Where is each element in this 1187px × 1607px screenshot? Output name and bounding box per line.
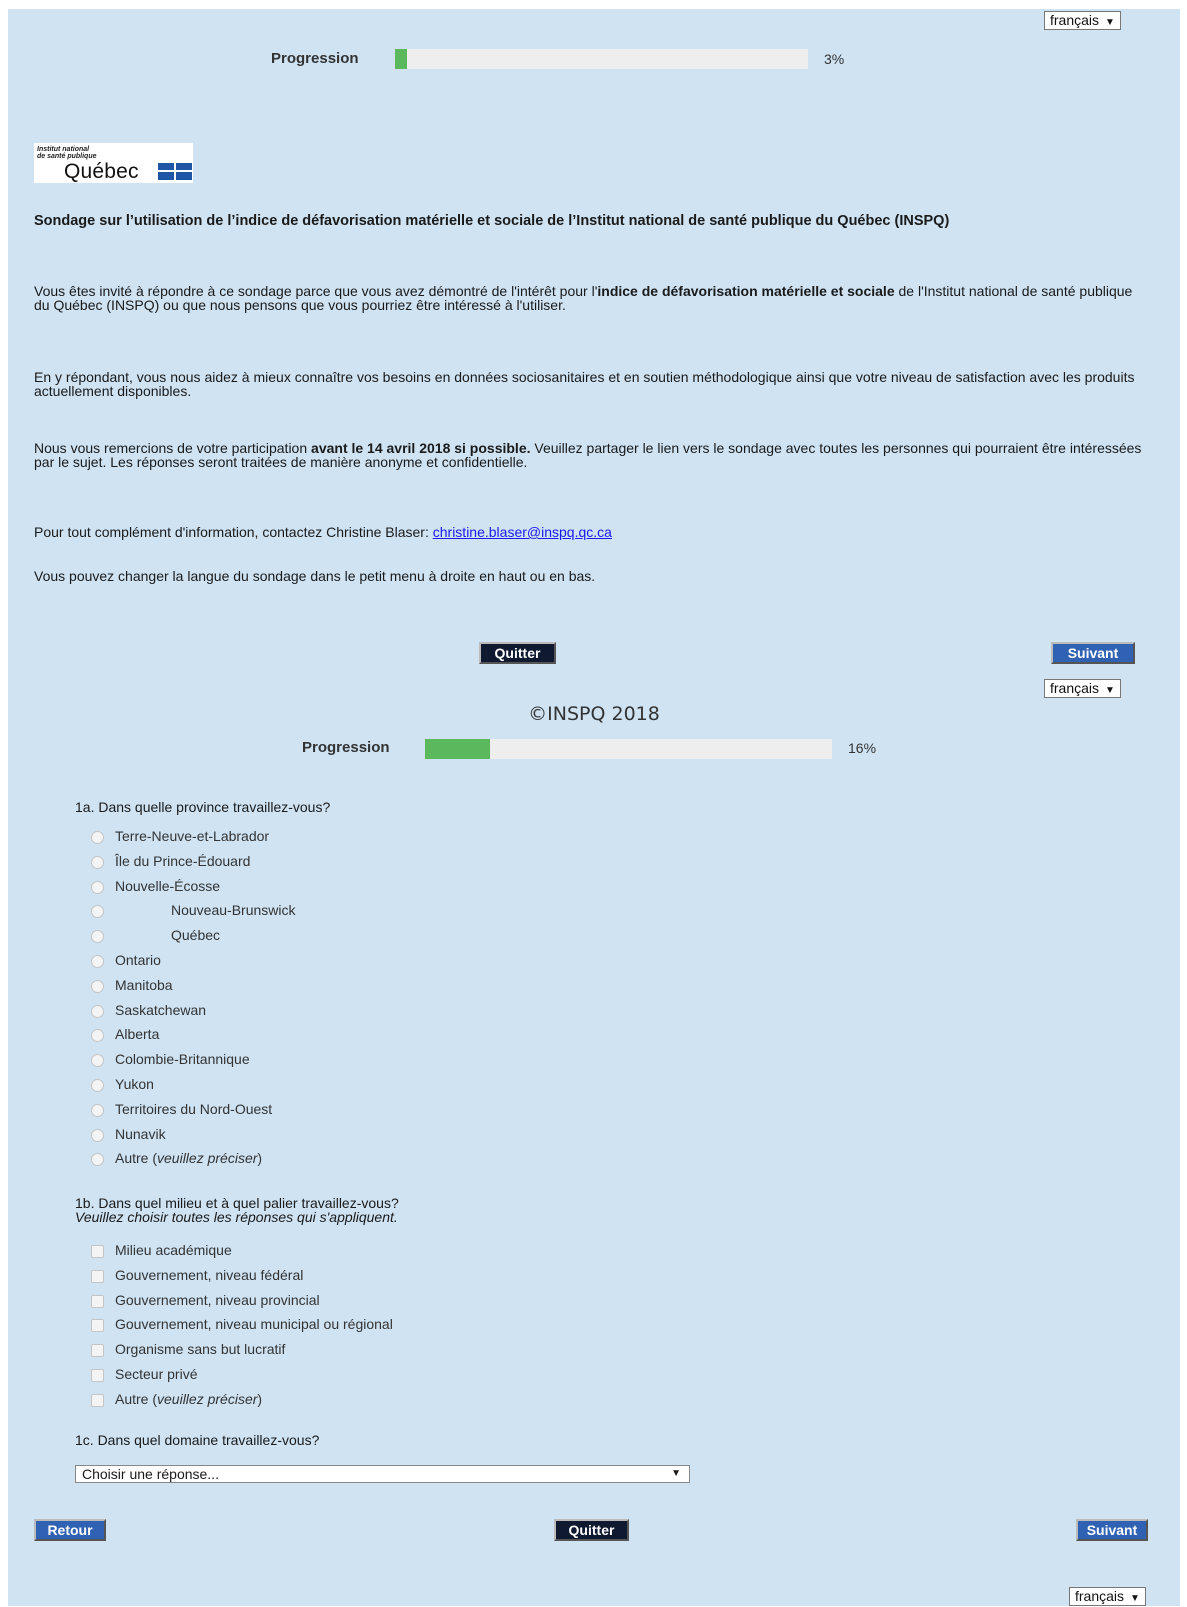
progress-percent: 16% bbox=[848, 740, 877, 756]
next-button-bottom[interactable]: Suivant bbox=[1076, 1519, 1148, 1541]
checkbox[interactable] bbox=[91, 1393, 104, 1407]
next-button[interactable]: Suivant bbox=[1051, 642, 1135, 664]
contact-email-link[interactable]: christine.blaser@inspq.qc.ca bbox=[433, 524, 612, 540]
domain-select-value: Choisir une réponse... bbox=[82, 1466, 219, 1482]
radio-button[interactable] bbox=[91, 1029, 104, 1043]
other-label-italic: veuillez préciser bbox=[157, 1390, 258, 1407]
option-label: Ontario bbox=[115, 952, 161, 968]
option-label: Territoires du Nord-Ouest bbox=[115, 1100, 273, 1117]
checkbox[interactable] bbox=[91, 1344, 104, 1358]
option-label: Terre-Neuve-et-Labrador bbox=[115, 828, 270, 844]
question-1b-note: Veuillez choisir toutes les réponses qui… bbox=[75, 1209, 398, 1225]
question-1c-title: 1c. Dans quel domaine travaillez-vous? bbox=[75, 1432, 320, 1448]
option-label: Nouvelle-Écosse bbox=[115, 877, 221, 894]
option-label: Nouveau-Brunswick bbox=[171, 902, 296, 919]
checkbox[interactable] bbox=[91, 1369, 104, 1382]
radio-button[interactable] bbox=[91, 831, 104, 844]
checkbox[interactable] bbox=[91, 1319, 104, 1333]
option-label: Manitoba bbox=[115, 976, 173, 993]
quit-button[interactable]: Quitter bbox=[479, 642, 556, 664]
progress-percent: 3% bbox=[824, 51, 845, 67]
option-label: Yukon bbox=[115, 1076, 154, 1092]
logo-line2: de santé publique bbox=[37, 153, 97, 160]
other-label-b: ) bbox=[257, 1150, 263, 1167]
intro-paragraph-2: En y répondant, vous nous aidez à mieux … bbox=[34, 369, 1135, 399]
intro-paragraph-3: Nous vous remercions de votre participat… bbox=[34, 441, 1144, 469]
survey-page: français ▼ Progression 3% Institut nation… bbox=[8, 9, 1180, 1606]
option-label: Autre (veuillez préciser) bbox=[115, 1391, 262, 1407]
intro-paragraph-1: Vous êtes invité à répondre à ce sondage… bbox=[34, 284, 1144, 312]
logo-name: Québec bbox=[64, 160, 139, 183]
chevron-down-icon: ▼ bbox=[1105, 17, 1115, 28]
option-label: Autre (veuillez préciser) bbox=[115, 1150, 262, 1166]
radio-button[interactable] bbox=[91, 930, 104, 944]
language-select-middle[interactable]: français ▼ bbox=[1044, 679, 1121, 698]
checkbox[interactable] bbox=[91, 1245, 104, 1258]
radio-button[interactable] bbox=[91, 1128, 104, 1142]
radio-button[interactable] bbox=[91, 1153, 104, 1167]
option-label: Québec bbox=[171, 927, 221, 944]
question-1a-title: 1a. Dans quelle province travaillez-vous… bbox=[75, 799, 331, 815]
option-label: Milieu académique bbox=[115, 1242, 232, 1258]
survey-title: Sondage sur l’utilisation de l’indice de… bbox=[34, 213, 950, 229]
option-label: Colombie-Britannique bbox=[115, 1051, 250, 1068]
option-label: Secteur privé bbox=[115, 1366, 198, 1382]
option-label: Gouvernement, niveau fédéral bbox=[115, 1266, 304, 1283]
progress-bar bbox=[425, 739, 832, 759]
radio-button[interactable] bbox=[91, 905, 104, 919]
radio-button[interactable] bbox=[91, 1054, 104, 1068]
radio-button[interactable] bbox=[91, 979, 104, 993]
radio-button[interactable] bbox=[91, 1004, 104, 1018]
option-label: Alberta bbox=[115, 1026, 160, 1043]
progress-bar bbox=[395, 49, 808, 69]
chevron-down-icon: ▼ bbox=[1105, 685, 1115, 696]
option-label: Nunavik bbox=[115, 1125, 166, 1142]
radio-button[interactable] bbox=[91, 880, 104, 894]
other-label-a: Autre ( bbox=[115, 1390, 158, 1407]
quebec-flag-icon bbox=[158, 163, 192, 180]
language-value: français bbox=[1075, 1588, 1125, 1604]
option-label: Gouvernement, niveau municipal ou région… bbox=[115, 1316, 393, 1333]
language-select-bottom[interactable]: français ▼ bbox=[1069, 1587, 1146, 1606]
progress-fill bbox=[395, 49, 408, 69]
quit-button-bottom[interactable]: Quitter bbox=[554, 1519, 629, 1541]
intro-paragraph-4: Pour tout complément d'information, cont… bbox=[34, 525, 1144, 539]
other-label-italic: veuillez préciser bbox=[157, 1150, 258, 1167]
option-label: Organisme sans but lucratif bbox=[115, 1341, 286, 1358]
radio-button[interactable] bbox=[91, 1079, 104, 1092]
domain-select[interactable]: Choisir une réponse... ▼ bbox=[75, 1465, 690, 1483]
option-label: Île du Prince-Édouard bbox=[115, 852, 251, 869]
progress-fill bbox=[425, 739, 491, 759]
progress-label: Progression bbox=[271, 50, 359, 67]
other-label-b: ) bbox=[257, 1390, 263, 1407]
progress-label: Progression bbox=[302, 739, 390, 756]
intro-p1-bold: indice de défavorisation matérielle et s… bbox=[597, 283, 895, 299]
intro-paragraph-5: Vous pouvez changer la langue du sondage… bbox=[34, 568, 596, 584]
copyright: ©INSPQ 2018 bbox=[528, 703, 660, 725]
back-button[interactable]: Retour bbox=[34, 1519, 106, 1541]
logo-line1: Institut national bbox=[37, 146, 90, 153]
radio-button[interactable] bbox=[91, 1103, 104, 1117]
chevron-down-icon: ▼ bbox=[1130, 1593, 1140, 1604]
contact-text: Pour tout complément d'information, cont… bbox=[34, 524, 433, 540]
radio-button[interactable] bbox=[91, 855, 104, 869]
inspq-logo: Institut national de santé publique Québe… bbox=[34, 143, 193, 183]
language-select-top[interactable]: français ▼ bbox=[1044, 11, 1121, 30]
option-label: Saskatchewan bbox=[115, 1001, 207, 1018]
checkbox[interactable] bbox=[91, 1294, 104, 1308]
chevron-down-icon: ▼ bbox=[671, 1468, 681, 1479]
question-1b-title: 1b. Dans quel milieu et à quel palier tr… bbox=[75, 1196, 399, 1224]
language-value: français bbox=[1050, 680, 1100, 696]
language-value: français bbox=[1050, 12, 1100, 28]
radio-button[interactable] bbox=[91, 955, 104, 968]
other-label-a: Autre ( bbox=[115, 1150, 158, 1167]
option-label: Gouvernement, niveau provincial bbox=[115, 1291, 320, 1308]
checkbox[interactable] bbox=[91, 1269, 104, 1283]
